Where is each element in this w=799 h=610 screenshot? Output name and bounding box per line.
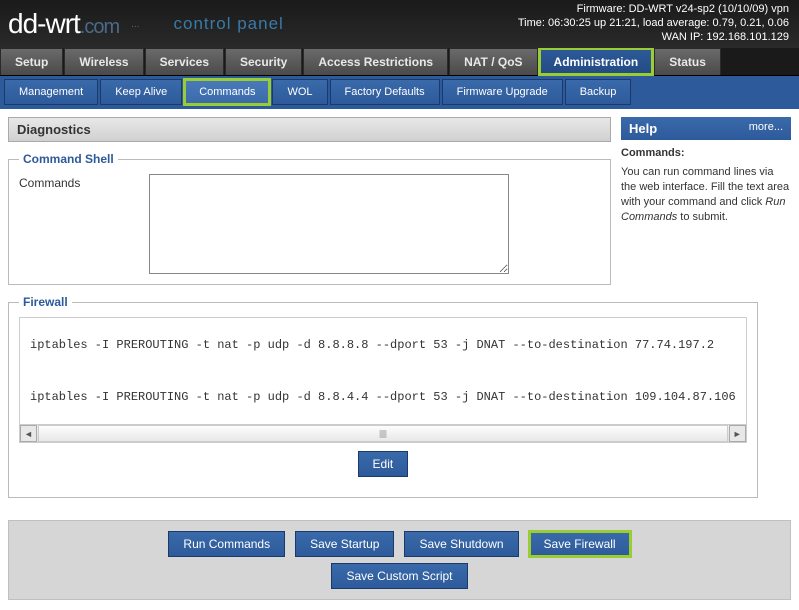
help-header: Help more... [621,117,791,140]
logo-text: dd-wrt [8,8,80,40]
status-block: Firmware: DD-WRT v24-sp2 (10/10/09) vpn … [518,2,789,44]
logo-domain: .com [80,16,119,39]
command-shell-fieldset: Command Shell Commands [8,152,611,285]
help-text-post: to submit. [677,211,728,223]
subtab-wol[interactable]: WOL [272,79,327,105]
main-column: Diagnostics Command Shell Commands Firew… [8,117,611,508]
tab-administration[interactable]: Administration [539,48,654,75]
horizontal-scrollbar[interactable]: ◄ ► [20,424,746,442]
tab-services[interactable]: Services [145,48,224,75]
help-heading: Commands: [621,146,791,161]
help-text-pre: You can run command lines via the web in… [621,166,789,208]
header: dd-wrt.com ... control panel Firmware: D… [0,0,799,48]
tab-nat-qos[interactable]: NAT / QoS [449,48,537,75]
subtab-keep-alive[interactable]: Keep Alive [100,79,182,105]
command-row: Commands [19,174,600,274]
firmware-line: Firmware: DD-WRT v24-sp2 (10/10/09) vpn [518,2,789,16]
sub-tabs: Management Keep Alive Commands WOL Facto… [0,76,799,109]
commands-textarea[interactable] [149,174,509,274]
subtab-commands[interactable]: Commands [184,79,270,105]
save-shutdown-button[interactable]: Save Shutdown [404,531,518,557]
run-commands-button[interactable]: Run Commands [168,531,285,557]
logo: dd-wrt.com [8,8,119,40]
help-column: Help more... Commands: You can run comma… [621,117,791,508]
subtab-management[interactable]: Management [4,79,98,105]
subtab-firmware-upgrade[interactable]: Firmware Upgrade [442,79,563,105]
tab-security[interactable]: Security [225,48,302,75]
subtab-backup[interactable]: Backup [565,79,632,105]
save-startup-button[interactable]: Save Startup [295,531,394,557]
firewall-legend: Firewall [19,295,72,309]
content: Diagnostics Command Shell Commands Firew… [0,109,799,516]
tagline: control panel [173,14,283,34]
page-title: Diagnostics [8,117,611,142]
save-custom-script-button[interactable]: Save Custom Script [331,563,467,589]
edit-button[interactable]: Edit [358,451,409,477]
scroll-left-icon[interactable]: ◄ [20,425,37,442]
time-line: Time: 06:30:25 up 21:21, load average: 0… [518,16,789,30]
subtab-factory-defaults[interactable]: Factory Defaults [330,79,440,105]
scrollbar-track[interactable] [38,425,728,442]
tab-setup[interactable]: Setup [0,48,63,75]
main-tabs: Setup Wireless Services Security Access … [0,48,799,76]
save-firewall-button[interactable]: Save Firewall [529,531,631,557]
help-body: Commands: You can run command lines via … [621,140,791,231]
tagline-dots: ... [131,19,139,30]
command-shell-legend: Command Shell [19,152,118,166]
help-more-link[interactable]: more... [749,121,783,136]
commands-label: Commands [19,174,139,190]
wanip-line: WAN IP: 192.168.101.129 [518,30,789,44]
help-title: Help [629,121,657,136]
tab-wireless[interactable]: Wireless [64,48,143,75]
button-row-1: Run Commands Save Startup Save Shutdown … [17,531,782,557]
button-bar: Run Commands Save Startup Save Shutdown … [8,520,791,600]
tab-status[interactable]: Status [654,48,721,75]
tab-access-restrictions[interactable]: Access Restrictions [303,48,448,75]
button-row-2: Save Custom Script [17,563,782,589]
